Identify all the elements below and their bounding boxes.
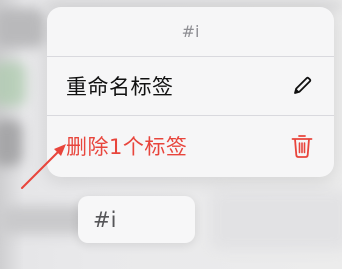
rename-tag-label: 重命名标签	[66, 75, 174, 99]
background-blur-shape	[0, 8, 44, 48]
annotation-arrow-icon	[21, 144, 66, 189]
tag-preview-chip: #i	[78, 196, 195, 243]
background-blur-shape	[0, 62, 26, 106]
context-menu: #i 重命名标签 删除1个标签	[47, 7, 334, 177]
context-menu-title: #i	[47, 7, 334, 57]
trash-icon	[289, 133, 315, 159]
pencil-icon	[289, 73, 315, 99]
delete-tag-label: 删除1个标签	[66, 134, 188, 159]
rename-tag-menu-item[interactable]: 重命名标签	[47, 57, 334, 116]
background-blur-shape	[0, 206, 90, 234]
background-blur-shape	[210, 190, 342, 250]
delete-tag-menu-item[interactable]: 删除1个标签	[47, 116, 334, 175]
